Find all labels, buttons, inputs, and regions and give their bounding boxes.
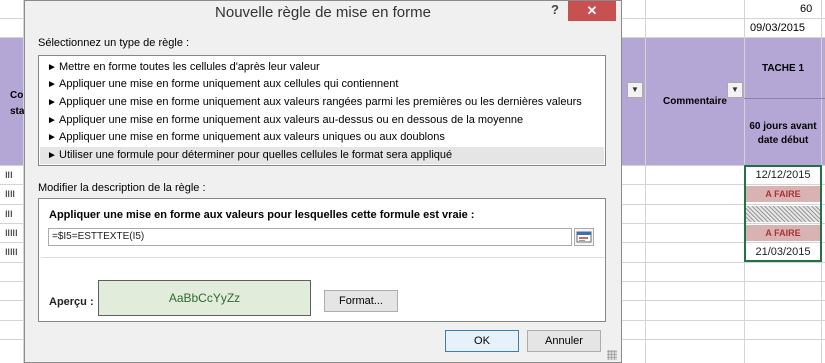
filter-dropdown-icon[interactable]: ▼ (627, 82, 643, 98)
arrow-icon: ► (47, 79, 57, 90)
row-mark[interactable]: IIIII (5, 228, 18, 238)
rule-type-item[interactable]: ► Appliquer une mise en forme uniquement … (47, 112, 602, 129)
rule-description-box: Appliquer une mise en forme aux valeurs … (38, 198, 606, 322)
filter-dropdown-icon[interactable]: ▼ (727, 82, 743, 98)
left-header-fragment-2: sta (10, 106, 25, 117)
select-type-label: Sélectionnez un type de règle : (38, 37, 190, 49)
left-header-fragment-1: Co (10, 90, 24, 101)
arrow-icon: ► (47, 150, 57, 161)
separator (41, 257, 605, 258)
dialog-titlebar[interactable]: Nouvelle règle de mise en forme ? ✕ (25, 1, 621, 26)
format-preview: AaBbCcYyZz (98, 280, 311, 316)
arrow-icon: ► (47, 62, 57, 73)
close-button[interactable]: ✕ (568, 1, 616, 21)
rule-type-label: Mettre en forme toutes les cellules d'ap… (59, 61, 320, 73)
collapse-dialog-button[interactable] (574, 228, 594, 246)
rule-type-label: Utiliser une formule pour déterminer pou… (59, 149, 453, 161)
arrow-icon: ► (47, 115, 57, 126)
cancel-button[interactable]: Annuler (527, 330, 601, 352)
new-format-rule-dialog: Nouvelle règle de mise en forme ? ✕ Séle… (24, 0, 622, 363)
row-mark[interactable]: IIII (5, 189, 15, 199)
tache-header: TACHE 1 (761, 63, 805, 74)
rule-type-label: Appliquer une mise en forme uniquement a… (59, 114, 524, 126)
gridline (645, 0, 646, 363)
preview-label: Aperçu : (49, 296, 94, 308)
rule-type-label: Appliquer une mise en forme uniquement a… (59, 78, 399, 90)
cell-top-value[interactable]: 60 (800, 3, 812, 15)
jours-header: 60 jours avant date début (749, 121, 817, 146)
modify-description-label: Modifier la description de la règle : (38, 182, 206, 194)
formula-label: Appliquer une mise en forme aux valeurs … (49, 209, 475, 221)
row-mark[interactable]: IIIII (5, 247, 18, 257)
help-icon[interactable]: ? (551, 2, 559, 17)
formula-input[interactable]: =$I5=ESTTEXTE(I5) (48, 228, 572, 246)
arrow-icon: ► (47, 132, 57, 143)
range-select-icon (576, 231, 592, 243)
resize-grip-icon[interactable] (607, 350, 617, 360)
row-mark[interactable]: III (5, 209, 13, 219)
gridline (744, 98, 825, 99)
rule-type-label: Appliquer une mise en forme uniquement a… (59, 131, 445, 143)
dialog-title: Nouvelle règle de mise en forme (215, 4, 431, 21)
arrow-icon: ► (47, 97, 57, 108)
rule-type-list[interactable]: ► Mettre en forme toutes les cellules d'a… (38, 55, 606, 166)
rule-type-item[interactable]: ► Appliquer une mise en forme uniquement … (47, 76, 602, 93)
rule-type-label: Appliquer une mise en forme uniquement a… (59, 96, 582, 108)
ok-button[interactable]: OK (445, 330, 519, 352)
rule-type-item[interactable]: ► Appliquer une mise en forme uniquement … (47, 129, 602, 146)
row-mark[interactable]: III (5, 170, 13, 180)
rule-type-item-selected[interactable]: ► Utiliser une formule pour déterminer po… (40, 147, 604, 164)
selection-border (744, 165, 822, 262)
rule-type-item[interactable]: ► Appliquer une mise en forme uniquement … (47, 94, 602, 111)
format-button[interactable]: Format... (324, 290, 398, 312)
rule-type-item[interactable]: ► Mettre en forme toutes les cellules d'a… (47, 59, 602, 76)
cell-top-date[interactable]: 09/03/2015 (750, 22, 805, 34)
